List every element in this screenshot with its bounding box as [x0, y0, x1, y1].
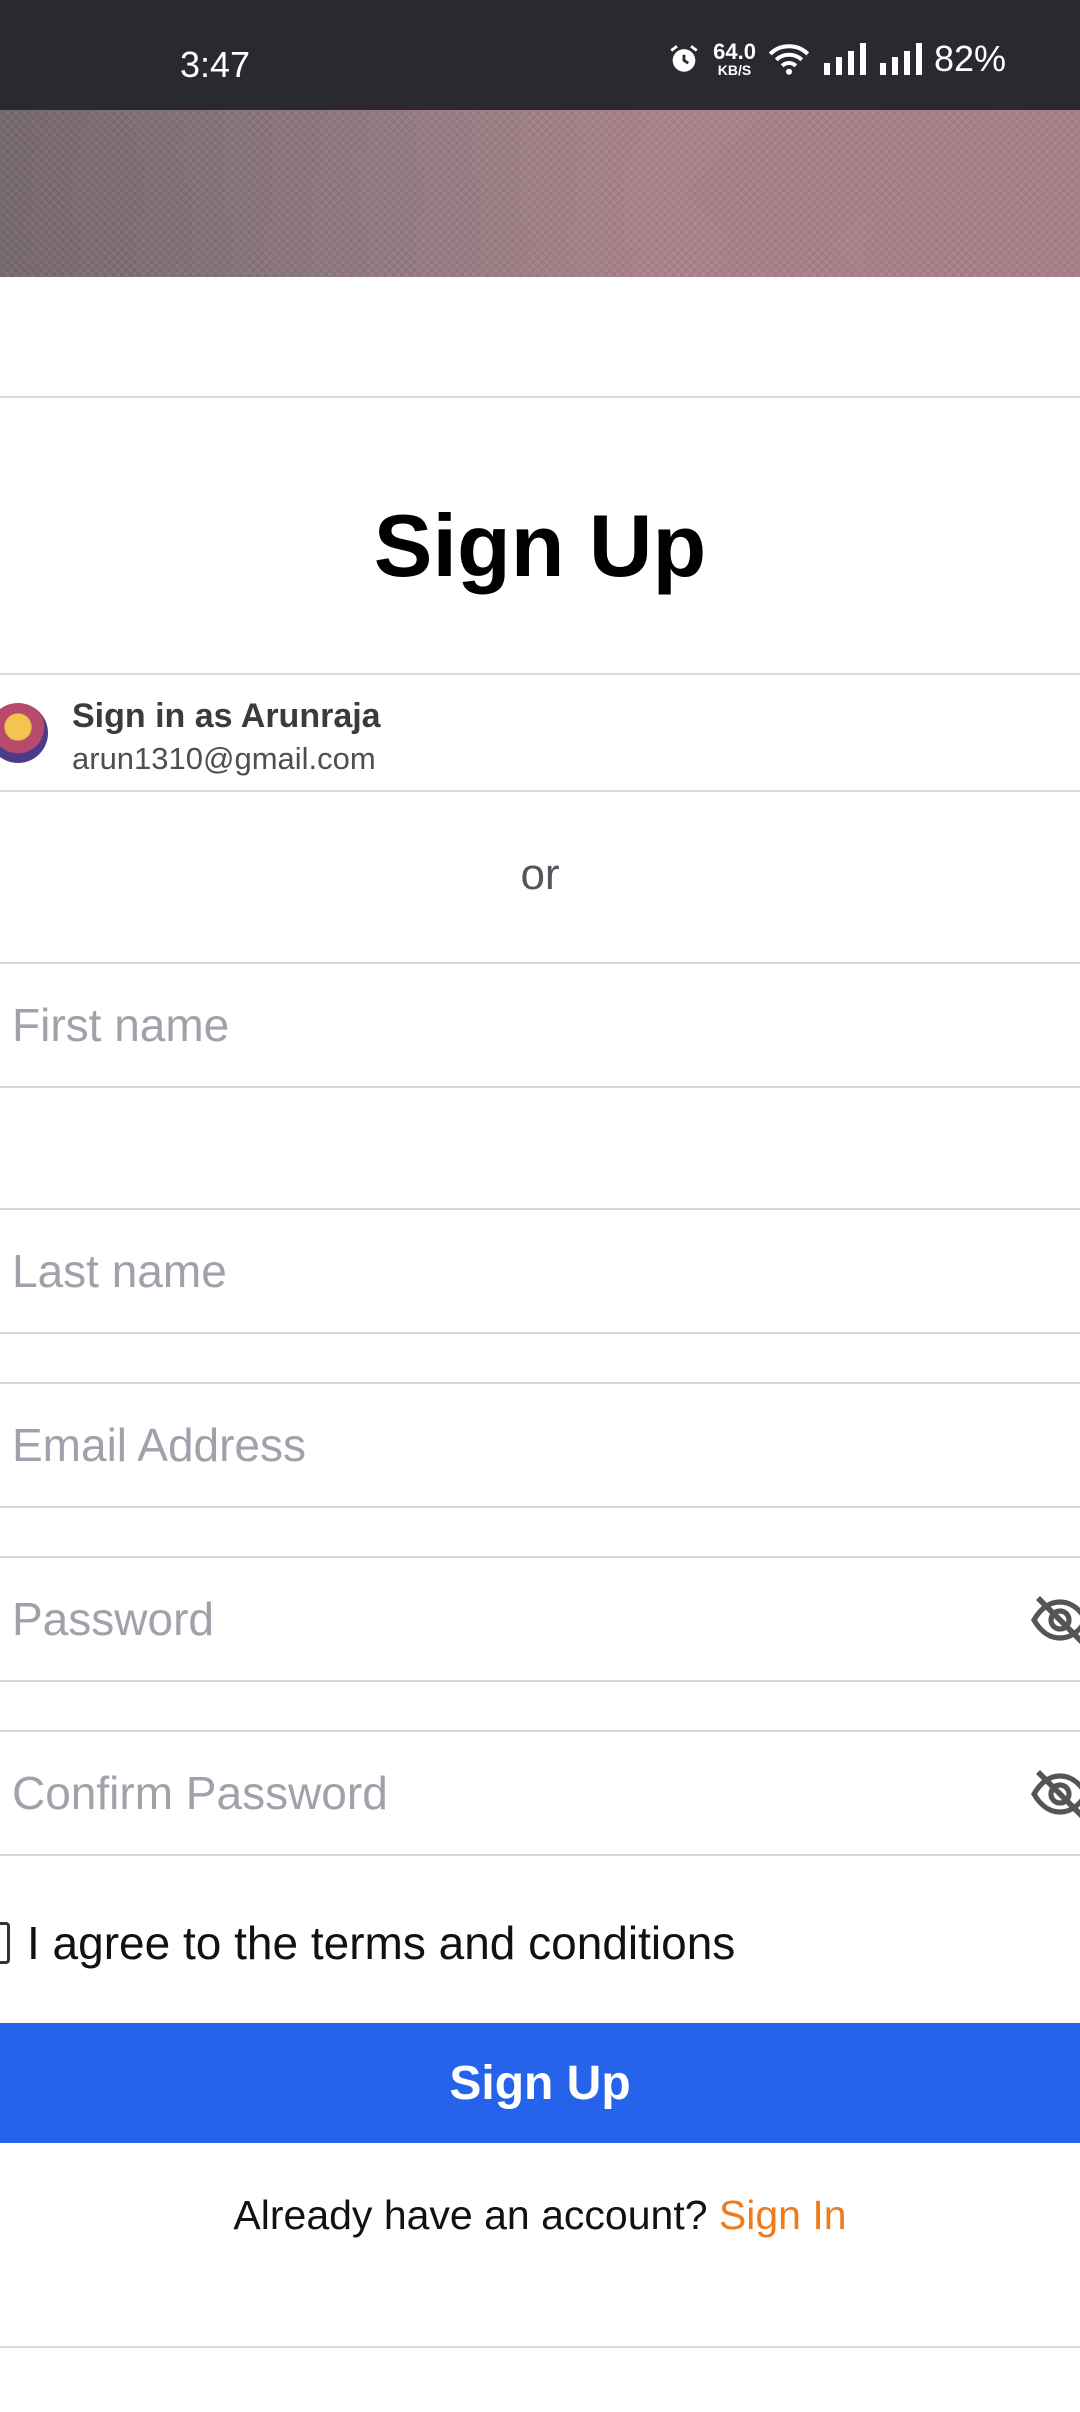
page-title: Sign Up — [373, 496, 707, 595]
password-input[interactable] — [0, 1558, 992, 1680]
network-speed-unit: KB/S — [717, 62, 752, 78]
divider — [0, 2346, 1080, 2348]
password-field — [0, 1556, 1080, 1682]
status-bar: 3:47 64.0 KB/S 82% — [0, 0, 1080, 110]
sign-in-prompt-text: Already have an account? — [233, 2192, 708, 2238]
network-speed-value: 64.0 — [713, 39, 756, 64]
wifi-icon — [768, 44, 810, 75]
sign-in-prompt: Already have an account? Sign In — [0, 2192, 1080, 2239]
alarm-icon — [670, 45, 698, 72]
terms-row: I agree to the terms and conditions — [0, 1912, 1080, 1972]
hide-password-icon[interactable] — [1030, 1768, 1080, 1820]
last-name-input[interactable] — [0, 1210, 992, 1332]
first-name-input[interactable] — [0, 964, 992, 1086]
divider — [0, 396, 1080, 398]
signal-icon — [823, 43, 866, 75]
header-image — [0, 110, 1080, 277]
google-account-label: Sign in as Arunraja — [72, 697, 381, 735]
email-input[interactable] — [0, 1384, 992, 1506]
network-speed: 64.0 KB/S — [713, 39, 756, 78]
first-name-field — [0, 962, 1080, 1088]
avatar — [0, 703, 48, 763]
terms-label[interactable]: I agree to the terms and conditions — [27, 1916, 735, 1970]
divider — [0, 790, 1080, 792]
last-name-field — [0, 1208, 1080, 1334]
confirm-password-input[interactable] — [0, 1732, 992, 1854]
status-icons: 64.0 KB/S 82% — [667, 38, 1006, 80]
or-divider-text: or — [520, 850, 560, 899]
status-time: 3:47 — [180, 44, 251, 85]
google-sign-in-button[interactable]: Sign in as Arunraja arun1310@gmail.com — [0, 675, 1080, 789]
terms-checkbox[interactable] — [0, 1922, 10, 1964]
signal-icon — [879, 43, 922, 75]
sign-in-link[interactable]: Sign In — [719, 2192, 847, 2238]
hide-password-icon[interactable] — [1030, 1594, 1080, 1646]
sign-up-button[interactable]: Sign Up — [0, 2023, 1080, 2143]
battery-level: 82% — [933, 38, 1006, 79]
confirm-password-field — [0, 1730, 1080, 1856]
email-field — [0, 1382, 1080, 1508]
google-account-email: arun1310@gmail.com — [72, 741, 376, 776]
